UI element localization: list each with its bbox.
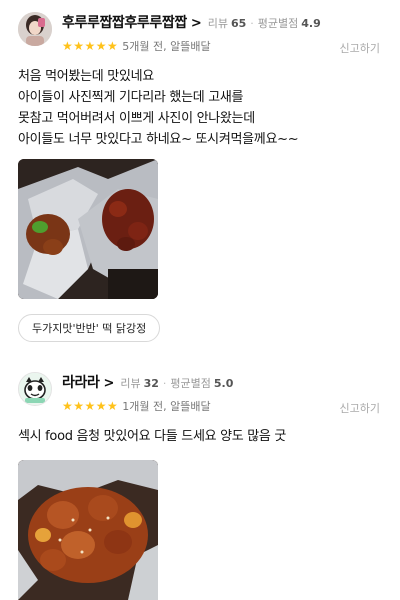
reviewer-header: 라라라 > 리뷰 32 · 평균별점 5.0 [62, 372, 233, 392]
review-text: 섹시 food 음청 맛있어요 다들 드세요 양도 많음 굿 [18, 426, 384, 447]
star-rating-icon: ★★★★★ [62, 39, 119, 53]
separator-dot: · [162, 377, 167, 390]
review-count: 32 [143, 377, 159, 390]
avg-rating-label: 평균별점 [170, 377, 211, 390]
review-text-line: 못참고 먹어버려서 이쁘게 사진이 안나왔는데 [18, 111, 255, 126]
report-button[interactable]: 신고하기 [340, 40, 380, 56]
avatar[interactable] [18, 372, 52, 406]
reviewer-header: 후루루짭짭후루루짭짭 > 리뷰 65 · 평균별점 4.9 [62, 12, 321, 32]
chevron-right-icon[interactable]: > [103, 376, 114, 391]
reviewer-nickname[interactable]: 라라라 [62, 372, 100, 392]
review-text: 처음 먹어봤는데 맛있네요 아이들이 사진찍게 기다리라 했는데 고새를 못참고… [18, 66, 384, 150]
food-photo-icon [18, 460, 158, 600]
reviewer-nickname[interactable]: 후루루짭짭후루루짭짭 [62, 12, 187, 32]
rating-row: ★★★★★ 5개월 전, 알뜰배달 [62, 38, 211, 54]
star-rating-icon: ★★★★★ [62, 399, 119, 413]
avg-rating-label: 평균별점 [257, 17, 299, 30]
review-date: 5개월 전, 알뜰배달 [122, 40, 211, 53]
review-date: 1개월 전, 알뜰배달 [122, 400, 211, 413]
separator-dot: · [250, 17, 254, 30]
review-photo[interactable] [18, 159, 158, 299]
review-text-line: 아이들도 너무 맛있다고 하네요~ 또시켜먹을께요~~ [18, 132, 299, 147]
cat-face-icon [19, 373, 51, 405]
review-count-label: 리뷰 [207, 17, 228, 30]
menu-tag-chip[interactable]: 두가지맛'반반' 떡 닭강정 [18, 314, 161, 342]
chevron-right-icon[interactable]: > [191, 16, 202, 31]
review-photo[interactable] [18, 460, 158, 600]
review-text-line: 섹시 food 음청 맛있어요 다들 드세요 양도 많음 굿 [18, 429, 287, 444]
food-photo-icon [18, 159, 158, 299]
avg-rating: 4.9 [301, 17, 321, 30]
avatar-photo-icon [18, 12, 52, 46]
review-card: 라라라 > 리뷰 32 · 평균별점 5.0 ★★★★★ 1개월 전, 알뜰배달… [0, 358, 400, 600]
avg-rating: 5.0 [213, 377, 234, 390]
review-text-line: 아이들이 사진찍게 기다리라 했는데 고새를 [18, 90, 244, 105]
report-button[interactable]: 신고하기 [340, 400, 380, 416]
review-text-line: 처음 먹어봤는데 맛있네요 [18, 69, 154, 84]
rating-row: ★★★★★ 1개월 전, 알뜰배달 [62, 398, 211, 414]
avatar[interactable] [18, 12, 52, 46]
review-card: 후루루짭짭후루루짭짭 > 리뷰 65 · 평균별점 4.9 ★★★★★ 5개월 … [0, 0, 400, 358]
review-count-label: 리뷰 [120, 377, 141, 390]
review-count: 65 [230, 17, 247, 30]
